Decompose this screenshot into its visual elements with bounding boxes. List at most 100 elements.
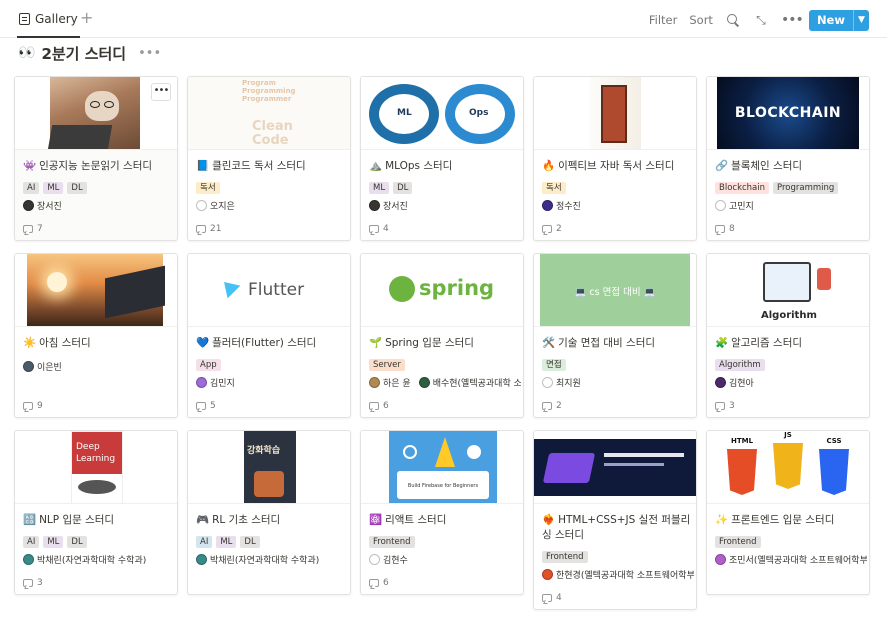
algorithm-cover: Algorithm	[707, 254, 869, 326]
gallery-card[interactable]: HTML JS CSS ✨ 프론트엔드 입문 스터디 Frontend 조민서(옐텍공과대학…	[706, 430, 870, 595]
card-title[interactable]: ⚛️ 리액트 스터디	[369, 513, 519, 528]
comment-count: 21	[210, 224, 222, 234]
tab-gallery[interactable]: Gallery	[17, 10, 80, 38]
person-chip[interactable]: 김현아	[715, 376, 754, 389]
person-name: 박채린(자연과학대학 수학과)	[37, 556, 147, 566]
gallery-card[interactable]: 💻 cs 면접 대비 💻 🛠️ 기술 면접 대비 스터디 면접 최지원 2	[533, 253, 697, 418]
gallery-card[interactable]: Deep Learning 🔠 NLP 입문 스터디 AI ML DL 박채린(자연과학대학 …	[14, 430, 178, 595]
css3-logo-icon	[819, 449, 849, 495]
comment-icon	[542, 225, 552, 233]
tag-badge: Frontend	[715, 536, 761, 548]
gallery-card[interactable]: Flutter 💙 플러터(Flutter) 스터디 App 김민지 5	[187, 253, 351, 418]
card-emoji-icon: 🛠️	[542, 337, 556, 349]
gallery-card[interactable]: 강화학습 🎮 RL 기초 스터디 AI ML DL 박채린(자연과학대학 수학과)	[187, 430, 351, 595]
gallery-card[interactable]: Build Firebase for Beginners ⚛️ 리액트 스터디 Fro…	[360, 430, 524, 595]
comment-count: 8	[729, 224, 735, 234]
card-tags: 독서	[542, 182, 566, 194]
card-cover: Deep Learning	[15, 431, 177, 504]
tag-badge: Frontend	[542, 551, 588, 563]
avatar	[196, 377, 207, 388]
person-chip[interactable]: 배수현(옐텍공과대학 소프트웨어학부)	[418, 376, 521, 389]
gallery-card[interactable]: Algorithm 🧩 알고리즘 스터디 Algorithm 김현아 3	[706, 253, 870, 418]
page-title-text[interactable]: 2분기 스터디	[41, 43, 126, 64]
laptop-illustration	[542, 453, 596, 483]
person-chip[interactable]: 한현경(옐텍공과대학 소프트웨어학부)	[542, 568, 694, 581]
tag-badge: AI	[196, 536, 213, 548]
card-cover	[15, 254, 177, 327]
flutter-logo-icon	[217, 275, 241, 299]
person-chip[interactable]: 오지은	[196, 199, 235, 212]
person-chip[interactable]: 고민지	[715, 199, 754, 212]
card-title-text: 블록체인 스터디	[731, 160, 803, 172]
card-title[interactable]: ✨ 프론트엔드 입문 스터디	[715, 513, 865, 528]
person-name: 김민지	[210, 379, 235, 389]
card-title[interactable]: 🔠 NLP 입문 스터디	[23, 513, 173, 528]
card-title[interactable]: 👾 인공지능 논문읽기 스터디	[23, 159, 173, 174]
person-name: 고민지	[729, 202, 754, 212]
gallery-card[interactable]: Program Programming Programmer Clean Code 📘 클린…	[187, 76, 351, 241]
person-name: 김현수	[383, 556, 408, 566]
comment-count: 6	[383, 401, 389, 411]
gallery-card[interactable]: 🔥 이펙티브 자바 독서 스터디 독서 정수진 2	[533, 76, 697, 241]
person-chip[interactable]: 박채린(자연과학대학 수학과)	[196, 553, 319, 566]
card-title-text: 아침 스터디	[39, 337, 91, 349]
person-chip[interactable]: 최지원	[542, 376, 581, 389]
expand-icon[interactable]: ⤡	[753, 12, 769, 28]
gallery-card[interactable]: spring 🌱 Spring 입문 스터디 Server 하은 윤 배수현(옐텍공과대학…	[360, 253, 524, 418]
card-title[interactable]: 🎮 RL 기초 스터디	[196, 513, 346, 528]
card-tags: Frontend	[369, 536, 415, 548]
avatar	[369, 200, 380, 211]
comment-icon	[369, 579, 379, 587]
card-title[interactable]: ⛰️ MLOps 스터디	[369, 159, 519, 174]
comment-count: 3	[729, 401, 735, 411]
tab-gallery-label: Gallery	[35, 12, 78, 26]
deep-learning-text-learning: Learning	[76, 454, 116, 464]
sunset-cover	[27, 254, 165, 326]
card-title-text: 알고리즘 스터디	[731, 337, 803, 349]
card-title[interactable]: ☀️ 아침 스터디	[23, 336, 173, 351]
person-chip[interactable]: 장서진	[369, 199, 408, 212]
card-emoji-icon: 🎮	[196, 514, 210, 526]
card-title[interactable]: 💙 플러터(Flutter) 스터디	[196, 336, 346, 351]
card-title[interactable]: 📘 클린코드 독서 스터디	[196, 159, 346, 174]
person-chip[interactable]: 김민지	[196, 376, 235, 389]
person-chip[interactable]: 김현수	[369, 553, 408, 566]
gallery-card[interactable]: ••• 👾 인공지능 논문읽기 스터디 AI ML DL 장서진 7	[14, 76, 178, 241]
comment-count: 4	[556, 593, 562, 603]
card-people: 한현경(옐텍공과대학 소프트웨어학부)	[542, 568, 694, 581]
new-button[interactable]: New ▼	[808, 9, 869, 31]
person-chip[interactable]: 박채린(자연과학대학 수학과)	[23, 553, 146, 566]
gallery-card[interactable]: BLOCKCHAIN 🔗 블록체인 스터디 Blockchain Programming…	[706, 76, 870, 241]
card-title-text: Spring 입문 스터디	[385, 337, 474, 349]
card-title[interactable]: 🌱 Spring 입문 스터디	[369, 336, 519, 351]
person-chip[interactable]: 장서진	[23, 199, 62, 212]
sort-button[interactable]: Sort	[689, 13, 713, 27]
card-title[interactable]: 🔥 이펙티브 자바 독서 스터디	[542, 159, 692, 174]
gallery-card[interactable]: ❤️‍🔥 HTML+CSS+JS 실전 퍼블리싱 스터디 Frontend 한현경(옐…	[533, 430, 697, 610]
card-more-icon[interactable]: •••	[151, 83, 171, 101]
person-chip[interactable]: 조민서(옐텍공과대학 소프트웨어학부)	[715, 553, 867, 566]
tag-badge: App	[196, 359, 221, 371]
card-comments: 3	[23, 578, 43, 588]
gallery-card[interactable]: ☀️ 아침 스터디 이은빈 9	[14, 253, 178, 418]
deep-learning-text-deep: Deep	[76, 442, 100, 452]
card-title[interactable]: 🧩 알고리즘 스터디	[715, 336, 865, 351]
gallery-card[interactable]: ML Ops ⛰️ MLOps 스터디 ML DL 장서진 4	[360, 76, 524, 241]
title-more-icon[interactable]: •••	[138, 46, 161, 61]
search-icon[interactable]	[725, 12, 741, 28]
card-title[interactable]: 🛠️ 기술 면접 대비 스터디	[542, 336, 692, 351]
card-title[interactable]: 🔗 블록체인 스터디	[715, 159, 865, 174]
card-people: 정수진	[542, 199, 694, 212]
card-comments: 8	[715, 224, 735, 234]
person-chip[interactable]: 이은빈	[23, 360, 62, 373]
add-view-button[interactable]: +	[80, 9, 93, 27]
person-chip[interactable]: 정수진	[542, 199, 581, 212]
tag-badge: 독서	[196, 182, 220, 194]
person-chip[interactable]: 하은 윤	[369, 376, 411, 389]
filter-button[interactable]: Filter	[649, 13, 677, 27]
chevron-down-icon[interactable]: ▼	[853, 9, 869, 31]
avatar	[542, 200, 553, 211]
card-title[interactable]: ❤️‍🔥 HTML+CSS+JS 실전 퍼블리싱 스터디	[542, 513, 692, 543]
card-cover: BLOCKCHAIN	[707, 77, 869, 150]
more-icon[interactable]: •••	[781, 12, 804, 28]
